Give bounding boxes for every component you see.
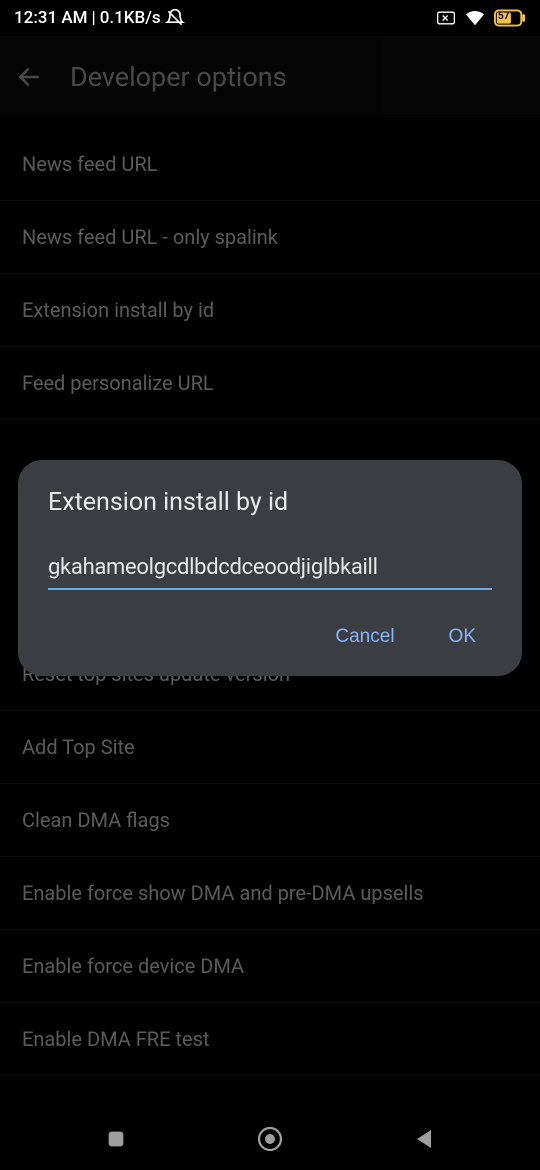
back-button[interactable]	[413, 1127, 435, 1151]
home-button[interactable]	[256, 1125, 284, 1153]
dialog-actions: Cancel OK	[48, 618, 492, 656]
dialog-input-wrap	[48, 551, 492, 590]
cancel-button[interactable]: Cancel	[331, 618, 398, 656]
recents-button[interactable]	[105, 1128, 127, 1150]
dialog-title: Extension install by id	[48, 488, 492, 517]
navigation-bar	[0, 1108, 540, 1170]
dialog: Extension install by id Cancel OK	[18, 460, 522, 676]
ok-button[interactable]: OK	[445, 618, 480, 656]
dialog-backdrop[interactable]: Extension install by id Cancel OK	[0, 0, 540, 1170]
extension-id-input[interactable]	[48, 551, 492, 590]
